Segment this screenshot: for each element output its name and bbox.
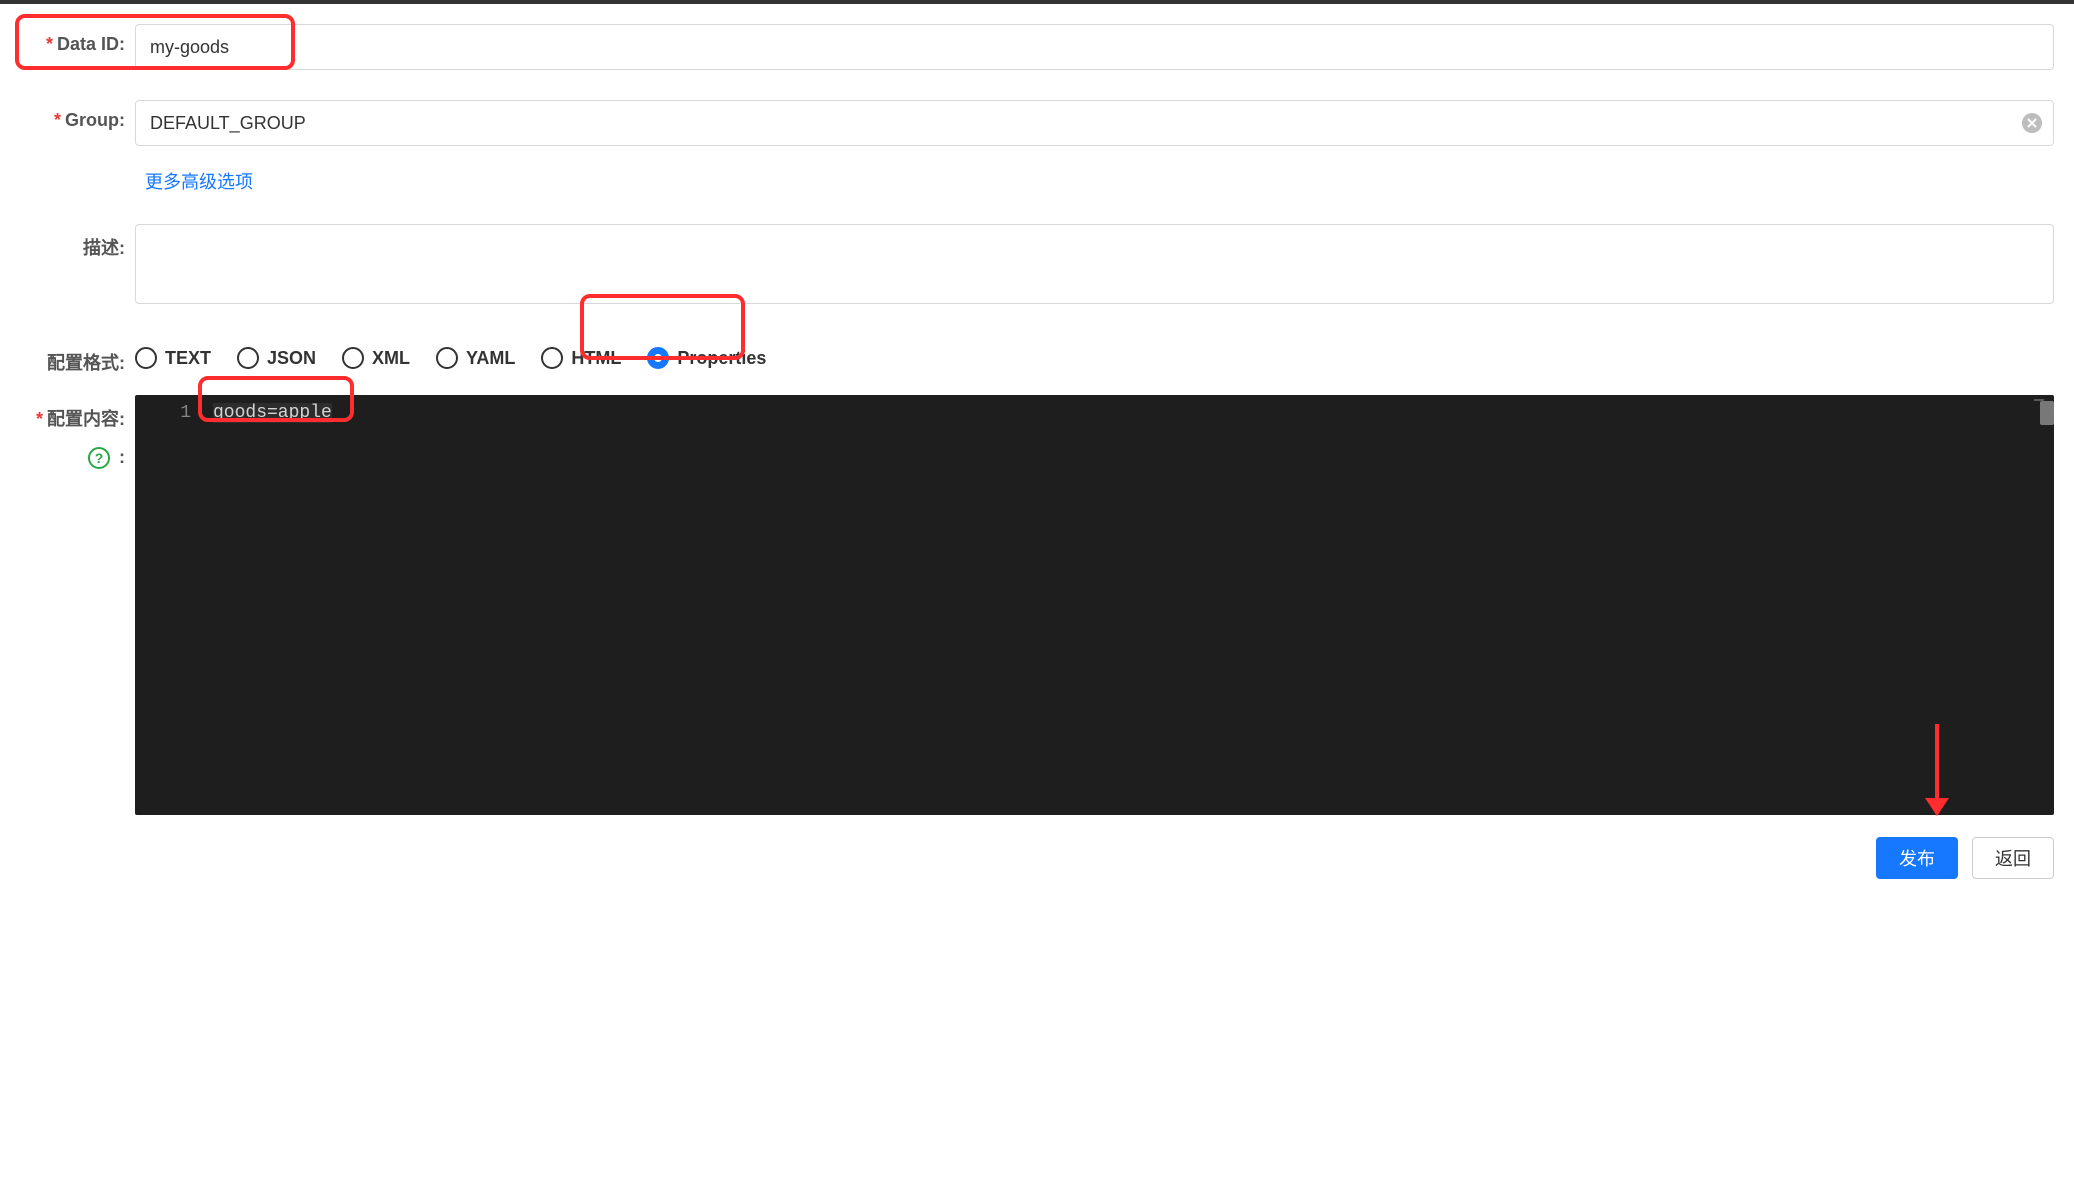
line-number: 1	[135, 403, 191, 423]
code-area[interactable]: goods=apple	[203, 395, 2054, 815]
radio-label: Properties	[677, 348, 766, 369]
group-input[interactable]	[135, 100, 2054, 146]
format-label: 配置格式:	[20, 339, 135, 375]
radio-circle-icon	[436, 347, 458, 369]
radio-circle-icon	[135, 347, 157, 369]
code-editor[interactable]: 1 goods=apple	[135, 395, 2054, 815]
back-button[interactable]: 返回	[1972, 837, 2054, 879]
advanced-options-link[interactable]: 更多高级选项	[145, 172, 253, 192]
radio-label: TEXT	[165, 348, 211, 369]
required-star: *	[36, 409, 43, 429]
description-label: 描述:	[20, 224, 135, 260]
code-content: goods=apple	[213, 403, 332, 423]
group-label: *Group:	[20, 100, 135, 131]
data-id-label: *Data ID:	[20, 24, 135, 55]
radio-circle-icon	[237, 347, 259, 369]
clear-icon[interactable]	[2022, 113, 2042, 133]
publish-button[interactable]: 发布	[1876, 837, 1958, 879]
radio-html[interactable]: HTML	[541, 347, 621, 369]
help-row: ? :	[88, 447, 125, 469]
radio-xml[interactable]: XML	[342, 347, 410, 369]
radio-circle-icon	[647, 347, 669, 369]
content-label: *配置内容:	[36, 405, 125, 431]
content-label-text: 配置内容:	[47, 409, 125, 429]
required-star: *	[54, 110, 61, 130]
editor-gutter: 1	[135, 395, 203, 815]
scrollbar-thumb[interactable]	[2040, 401, 2054, 425]
radio-label: XML	[372, 348, 410, 369]
group-label-text: Group:	[65, 110, 125, 130]
radio-properties[interactable]: Properties	[647, 347, 766, 369]
form-page: *Data ID: *Group: 更多高级选项 描述: 配置	[0, 4, 2074, 883]
data-id-input[interactable]	[135, 24, 2054, 70]
radio-circle-icon	[541, 347, 563, 369]
radio-label: YAML	[466, 348, 515, 369]
required-star: *	[46, 34, 53, 54]
radio-label: HTML	[571, 348, 621, 369]
annotation-arrow-down	[1935, 724, 1939, 814]
radio-text[interactable]: TEXT	[135, 347, 211, 369]
data-id-label-text: Data ID:	[57, 34, 125, 54]
help-icon[interactable]: ?	[88, 447, 110, 469]
radio-label: JSON	[267, 348, 316, 369]
radio-yaml[interactable]: YAML	[436, 347, 515, 369]
radio-json[interactable]: JSON	[237, 347, 316, 369]
help-colon: :	[119, 447, 125, 467]
radio-circle-icon	[342, 347, 364, 369]
description-textarea[interactable]	[135, 224, 2054, 304]
